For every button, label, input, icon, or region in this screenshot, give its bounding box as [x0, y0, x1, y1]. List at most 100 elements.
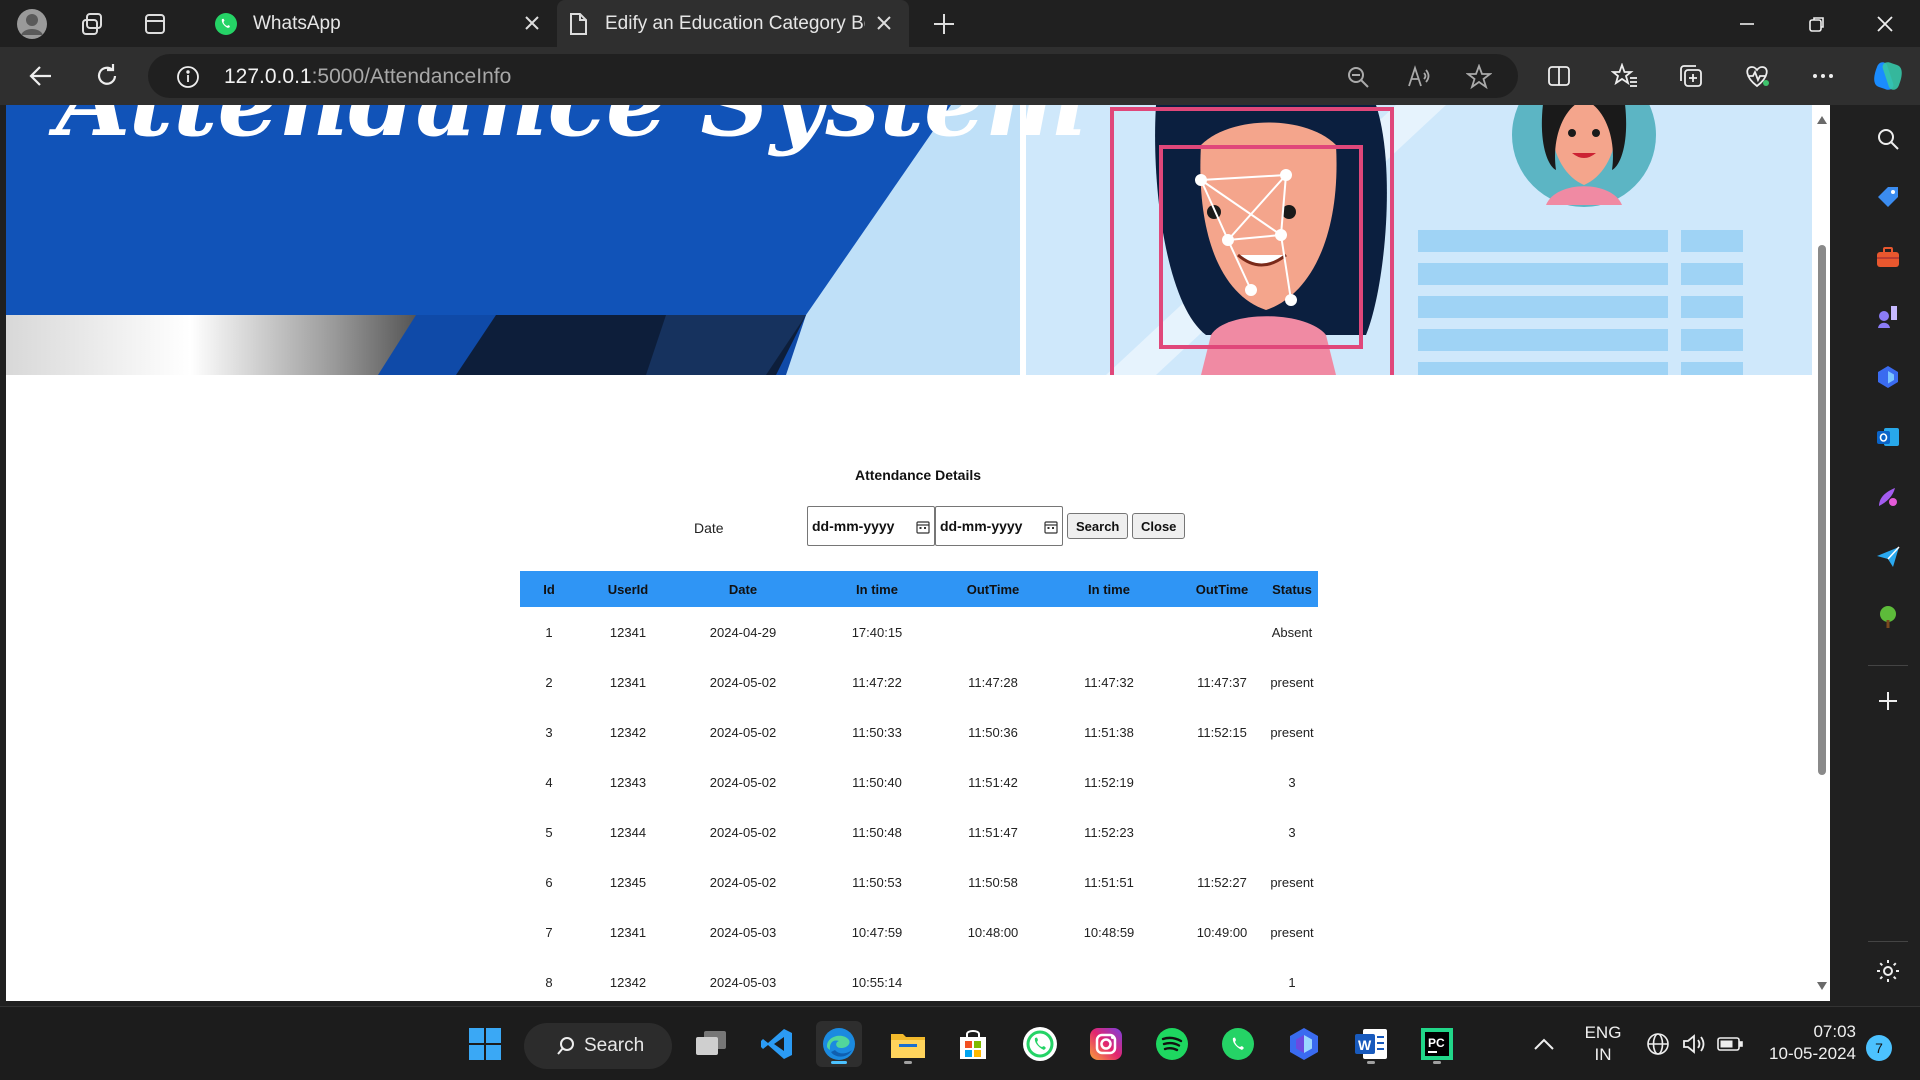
search-button[interactable]: Search: [1067, 513, 1129, 539]
word-icon[interactable]: W: [1348, 1021, 1394, 1067]
search-icon: [557, 1037, 574, 1055]
add-sidebar-app-icon[interactable]: [1872, 685, 1904, 717]
show-hidden-icons-icon[interactable]: [1526, 1021, 1562, 1067]
language-indicator[interactable]: ENG IN: [1578, 1022, 1628, 1066]
browser-essentials-icon[interactable]: [1740, 59, 1774, 93]
table-cell: 2: [545, 674, 553, 690]
copilot-icon[interactable]: [1868, 56, 1908, 96]
table-cell: 10:48:00: [967, 924, 1019, 940]
task-view-icon[interactable]: [688, 1021, 734, 1067]
table-cell: 11:50:33: [852, 724, 902, 740]
instagram-icon[interactable]: [1083, 1021, 1129, 1067]
vscode-icon[interactable]: [754, 1021, 800, 1067]
table-header-row: Id UserId Date In time OutTime In time O…: [520, 571, 1318, 607]
collections-icon[interactable]: [1674, 59, 1708, 93]
table-cell: 12342: [609, 974, 647, 990]
running-app-indicator: [904, 1061, 912, 1064]
outlook-icon[interactable]: [1872, 421, 1904, 453]
close-tab-icon[interactable]: [873, 12, 895, 34]
whatsapp-icon[interactable]: [1017, 1021, 1063, 1067]
svg-text:W: W: [1358, 1037, 1372, 1053]
taskbar-search[interactable]: Search: [524, 1023, 672, 1069]
copilot-app-icon[interactable]: [1281, 1021, 1327, 1067]
copilot-sidebar-icon[interactable]: [1872, 361, 1904, 393]
restore-icon[interactable]: [1782, 0, 1852, 47]
vertical-tabs-icon[interactable]: [139, 8, 171, 40]
table-cell: 11:47:22: [852, 674, 902, 690]
language-code: ENG: [1584, 1023, 1622, 1042]
to-date-input[interactable]: dd-mm-yyyy: [935, 506, 1063, 546]
table-cell: 2024-04-29: [709, 624, 777, 640]
table-cell: [1178, 757, 1266, 807]
table-cell: 12343: [609, 774, 647, 790]
whatsapp-desktop-icon[interactable]: [1215, 1021, 1261, 1067]
scroll-thumb[interactable]: [1818, 245, 1826, 775]
from-date-input[interactable]: dd-mm-yyyy: [807, 506, 935, 546]
file-explorer-icon[interactable]: [885, 1021, 931, 1067]
table-cell: 12344: [609, 824, 647, 840]
favorites-icon[interactable]: [1608, 59, 1642, 93]
split-screen-icon[interactable]: [1542, 59, 1576, 93]
tree-icon[interactable]: [1872, 601, 1904, 633]
shopping-tag-icon[interactable]: [1872, 181, 1904, 213]
face-recognition-illustration: Attendance System: [6, 105, 1830, 375]
new-tab-icon[interactable]: [930, 10, 958, 38]
network-globe-icon[interactable]: [1640, 1021, 1676, 1067]
battery-icon[interactable]: [1712, 1021, 1748, 1067]
page-scrollbar[interactable]: [1812, 105, 1830, 1001]
microsoft-store-icon[interactable]: [950, 1021, 996, 1067]
column-header: OutTime: [946, 571, 1040, 607]
read-aloud-icon[interactable]: [1406, 65, 1432, 89]
minimize-icon[interactable]: [1712, 0, 1782, 47]
calendar-icon[interactable]: [1044, 520, 1058, 534]
url-text: 127.0.0.1:5000/AttendanceInfo: [224, 65, 511, 89]
address-bar[interactable]: 127.0.0.1:5000/AttendanceInfo: [148, 54, 1518, 98]
scroll-down-icon[interactable]: [1816, 981, 1828, 991]
windows-start-icon[interactable]: [462, 1021, 508, 1067]
volume-icon[interactable]: [1676, 1021, 1712, 1067]
table-cell: 4: [545, 774, 553, 790]
to-date-placeholder: dd-mm-yyyy: [940, 518, 1023, 534]
zoom-out-icon[interactable]: [1346, 65, 1370, 89]
table-cell: 11:52:23: [1084, 824, 1134, 840]
table-cell: 2024-05-02: [709, 824, 777, 840]
refresh-icon[interactable]: [90, 59, 124, 93]
edge-browser-icon[interactable]: [816, 1021, 862, 1067]
search-icon[interactable]: [1872, 123, 1904, 155]
favorite-star-icon[interactable]: [1466, 64, 1492, 90]
profile-avatar-icon[interactable]: [16, 8, 48, 40]
table-cell: 11:47:32: [1084, 674, 1134, 690]
table-cell: [1178, 807, 1266, 857]
table-cell: 12345: [609, 874, 647, 890]
table-cell: 2024-05-02: [709, 724, 777, 740]
page-icon: [565, 11, 591, 37]
designer-icon[interactable]: [1872, 481, 1904, 513]
table-cell: 12341: [609, 924, 647, 940]
send-icon[interactable]: [1872, 541, 1904, 573]
pycharm-icon[interactable]: PC: [1414, 1021, 1460, 1067]
tab-whatsapp[interactable]: WhatsApp: [205, 0, 557, 47]
close-window-icon[interactable]: [1850, 0, 1920, 47]
system-clock[interactable]: 07:03 10-05-2024: [1769, 1021, 1856, 1065]
column-header: In time: [1040, 571, 1178, 607]
workspaces-icon[interactable]: [76, 8, 108, 40]
table-cell: [1178, 607, 1266, 657]
scroll-up-icon[interactable]: [1816, 115, 1828, 125]
svg-text:PC: PC: [1428, 1036, 1445, 1050]
calendar-icon[interactable]: [916, 520, 930, 534]
more-options-icon[interactable]: [1806, 59, 1840, 93]
close-button[interactable]: Close: [1132, 513, 1186, 539]
column-header: UserId: [578, 571, 678, 607]
back-icon[interactable]: [24, 59, 58, 93]
clock-time: 07:03: [1813, 1022, 1856, 1041]
site-info-icon[interactable]: [176, 65, 200, 89]
settings-gear-icon[interactable]: [1872, 955, 1904, 987]
spotify-icon[interactable]: [1149, 1021, 1195, 1067]
games-icon[interactable]: [1872, 301, 1904, 333]
table-cell: 10:48:59: [1083, 924, 1135, 940]
tools-icon[interactable]: [1872, 241, 1904, 273]
close-tab-icon[interactable]: [521, 12, 543, 34]
tab-attendance[interactable]: Edify an Education Category Boo: [557, 0, 909, 47]
table-cell: 11:50:36: [968, 724, 1018, 740]
notification-badge[interactable]: 7: [1866, 1035, 1892, 1061]
